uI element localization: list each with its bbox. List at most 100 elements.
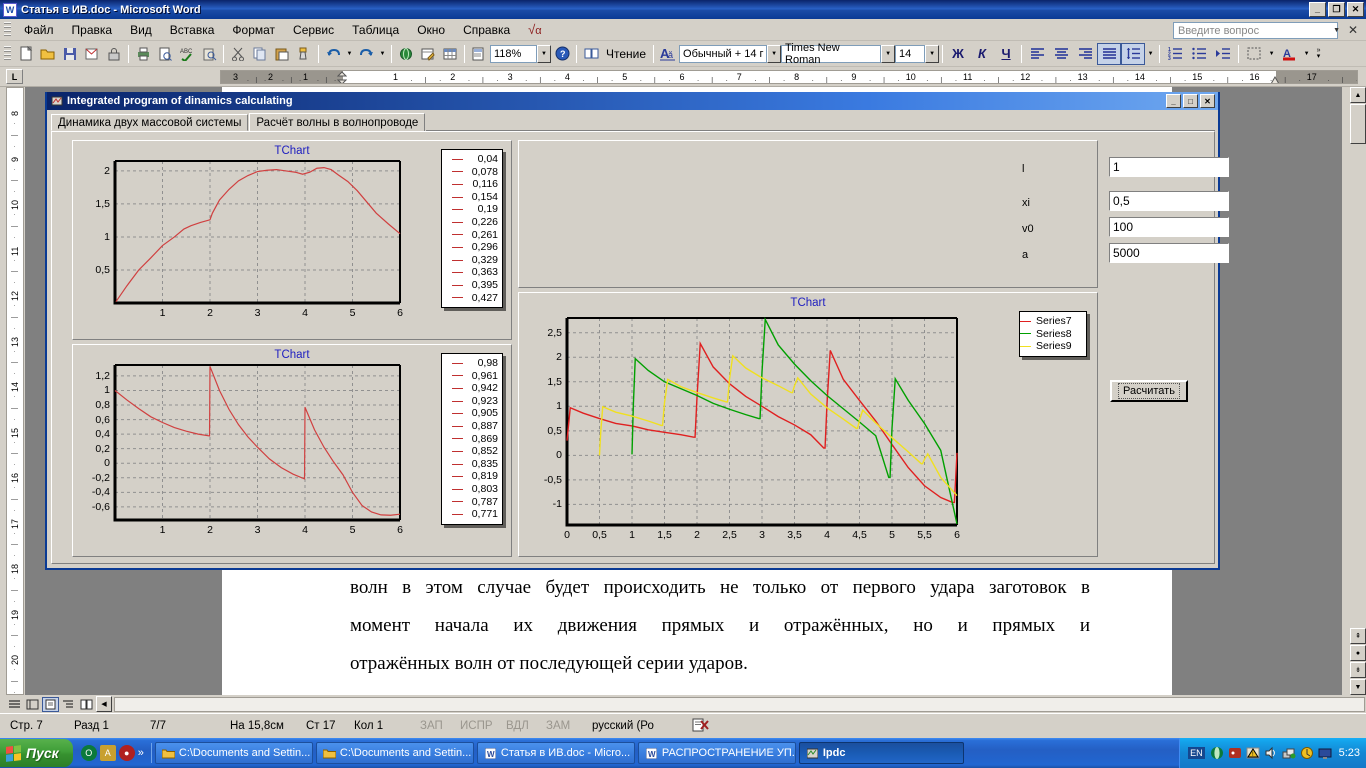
tab-selector-button[interactable]: L: [6, 69, 23, 84]
close-button[interactable]: ✕: [1347, 2, 1364, 17]
field-input-xi[interactable]: 0,5: [1109, 191, 1229, 211]
style-dropdown-icon[interactable]: ▼: [767, 44, 782, 63]
monitor-icon[interactable]: [1318, 746, 1333, 761]
close-icon[interactable]: ✕: [1348, 23, 1358, 37]
status-ext[interactable]: ВДЛ: [502, 720, 542, 732]
redo-icon[interactable]: [355, 43, 377, 65]
menu-window[interactable]: Окно: [408, 20, 454, 40]
previous-page-button[interactable]: ⇞: [1350, 628, 1366, 644]
opera-tray-icon[interactable]: [1210, 746, 1225, 761]
reading-layout-icon[interactable]: [580, 43, 602, 65]
vertical-scrollbar[interactable]: ▲ ⇞ ● ⇟ ▼: [1350, 87, 1366, 695]
menubar-grip[interactable]: [4, 21, 11, 38]
undo-icon[interactable]: [322, 43, 344, 65]
normal-view-icon[interactable]: [6, 697, 23, 712]
right-indent-marker[interactable]: [1270, 75, 1280, 83]
copy-icon[interactable]: [249, 43, 271, 65]
tab-wave-calculation[interactable]: Расчёт волны в волнопроводе: [249, 113, 426, 132]
cut-icon[interactable]: [227, 43, 249, 65]
insert-table-icon[interactable]: [439, 43, 461, 65]
reading-view-icon[interactable]: [78, 697, 95, 712]
status-rec[interactable]: ЗАП: [416, 720, 456, 732]
field-input-v0[interactable]: 100: [1109, 217, 1229, 237]
research-icon[interactable]: [198, 43, 220, 65]
undo-dropdown-icon[interactable]: ▼: [344, 51, 355, 57]
line-spacing-icon[interactable]: [1121, 42, 1146, 65]
menu-format[interactable]: Формат: [223, 20, 284, 40]
style-combo[interactable]: Обычный + 14 г: [679, 44, 768, 63]
paste-icon[interactable]: [271, 43, 293, 65]
outline-view-icon[interactable]: [60, 697, 77, 712]
indent-marker[interactable]: [336, 71, 348, 83]
horizontal-scrollbar[interactable]: [114, 696, 1365, 712]
align-left-icon[interactable]: [1025, 43, 1049, 65]
align-center-icon[interactable]: [1049, 43, 1073, 65]
menu-insert[interactable]: Вставка: [161, 20, 224, 40]
taskbar-item-word-doc[interactable]: W Статья в ИВ.doc - Micro...: [476, 742, 635, 764]
menu-table[interactable]: Таблица: [343, 20, 408, 40]
status-language[interactable]: русский (Ро: [588, 720, 688, 732]
taskbar-item-folder-1[interactable]: C:\Documents and Settin...: [154, 742, 313, 764]
menu-file[interactable]: Файл: [15, 20, 63, 40]
ipdc-maximize-button[interactable]: □: [1183, 94, 1198, 108]
align-right-icon[interactable]: [1073, 43, 1097, 65]
language-indicator[interactable]: EN: [1188, 747, 1205, 759]
numbered-list-icon[interactable]: 123: [1163, 43, 1187, 65]
borders-icon[interactable]: [1242, 43, 1266, 65]
taskbar-item-folder-2[interactable]: C:\Documents and Settin...: [315, 742, 474, 764]
menu-view[interactable]: Вид: [121, 20, 161, 40]
borders-dropdown-icon[interactable]: ▼: [1266, 51, 1277, 57]
print-icon[interactable]: [132, 43, 154, 65]
font-size-combo[interactable]: 14: [895, 44, 926, 63]
taskbar-item-word-doc-2[interactable]: W РАСПРОСТРАНЕНИЕ УП...: [637, 742, 796, 764]
ipdc-window-controls[interactable]: _ □ ✕: [1166, 94, 1215, 108]
help-icon[interactable]: ?: [551, 43, 573, 65]
status-trk[interactable]: ИСПР: [456, 720, 502, 732]
antivirus-icon[interactable]: [1228, 746, 1243, 761]
menu-tools[interactable]: Сервис: [284, 20, 343, 40]
field-input-a[interactable]: 5000: [1109, 243, 1229, 263]
ipdc-minimize-button[interactable]: _: [1166, 94, 1181, 108]
scroll-thumb[interactable]: [1350, 104, 1366, 144]
volume-icon[interactable]: [1264, 746, 1279, 761]
format-painter-icon[interactable]: [293, 43, 315, 65]
zoom-icon[interactable]: [468, 43, 490, 65]
toolbar-overflow-icon[interactable]: » ▾: [1312, 43, 1325, 65]
font-color-icon[interactable]: A: [1277, 43, 1301, 65]
scroll-left-button[interactable]: ◀: [96, 696, 112, 712]
print-preview-icon[interactable]: [154, 43, 176, 65]
chevron-more-icon[interactable]: »: [138, 747, 144, 759]
web-layout-view-icon[interactable]: [24, 697, 41, 712]
scroll-up-button[interactable]: ▲: [1350, 87, 1366, 103]
minimize-button[interactable]: _: [1309, 2, 1326, 17]
word-window-controls[interactable]: _ ❐ ✕: [1309, 2, 1364, 17]
restore-button[interactable]: ❐: [1328, 2, 1345, 17]
save-icon[interactable]: [59, 43, 81, 65]
zoom-dropdown-icon[interactable]: ▼: [537, 44, 551, 63]
start-button[interactable]: Пуск: [0, 739, 73, 767]
line-spacing-dropdown-icon[interactable]: ▼: [1145, 51, 1156, 57]
document-body-text[interactable]: волн в этом случае будет происходить не …: [350, 569, 1090, 683]
zoom-value[interactable]: 118%: [490, 44, 537, 63]
open-icon[interactable]: [37, 43, 59, 65]
field-input-l[interactable]: 1: [1109, 157, 1229, 177]
underline-button[interactable]: Ч: [994, 43, 1018, 65]
style-icon[interactable]: Aӑ: [657, 43, 679, 65]
increase-indent-icon[interactable]: [1211, 43, 1235, 65]
permission-icon[interactable]: [103, 43, 125, 65]
hyperlink-icon[interactable]: [395, 43, 417, 65]
horizontal-ruler-track[interactable]: 3 2 1 1 · | · 2 · | · 3 · | · 4 · | · 5 · | · 6 · | · 7 · | · 8 · | · 9 · | · 1…: [220, 70, 1358, 84]
mail-recipient-icon[interactable]: [81, 43, 103, 65]
calculate-button[interactable]: Расчитать: [1110, 380, 1188, 402]
clock[interactable]: 5:23: [1336, 747, 1360, 759]
menu-help[interactable]: Справка: [454, 20, 519, 40]
print-layout-view-icon[interactable]: [42, 696, 59, 712]
opera-icon[interactable]: O: [80, 745, 97, 761]
bulleted-list-icon[interactable]: [1187, 43, 1211, 65]
align-justify-icon[interactable]: [1097, 42, 1122, 65]
font-color-dropdown-icon[interactable]: ▼: [1301, 51, 1312, 57]
reading-label[interactable]: Чтение: [602, 47, 650, 61]
font-combo[interactable]: Times New Roman: [781, 42, 882, 66]
pdf-icon[interactable]: A: [99, 745, 116, 761]
warning-icon[interactable]: !: [1246, 746, 1261, 761]
